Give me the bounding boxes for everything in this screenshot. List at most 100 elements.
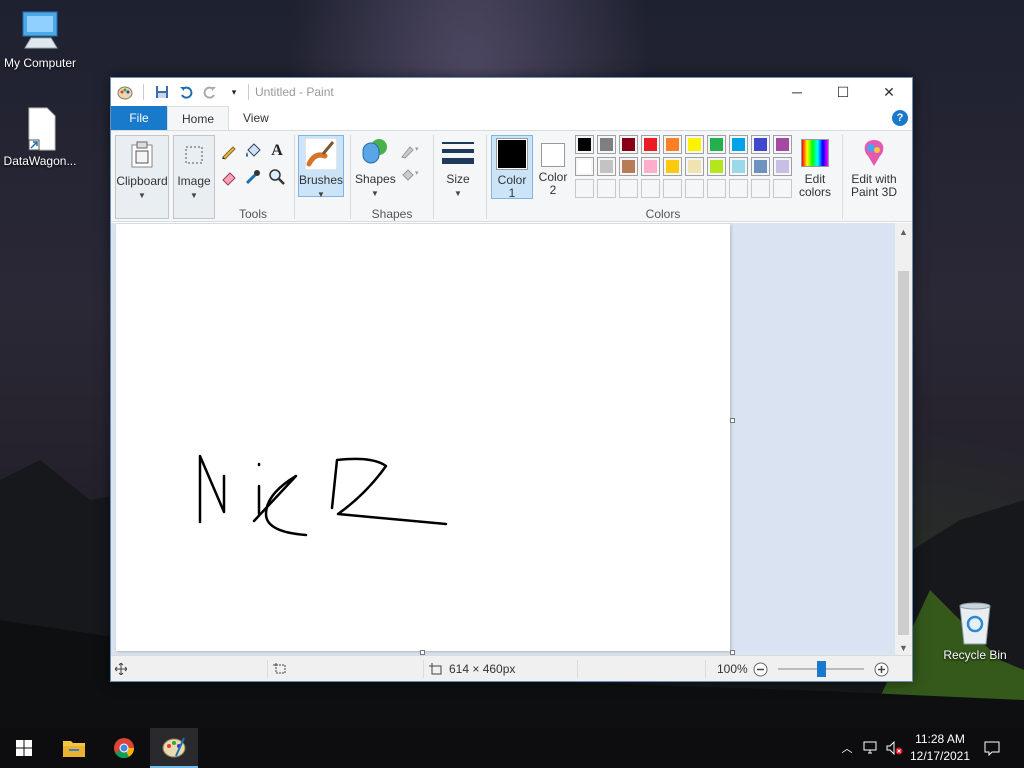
desktop-icon-my-computer[interactable]: My Computer xyxy=(0,8,80,70)
palette-swatch[interactable] xyxy=(597,157,616,176)
brush-icon xyxy=(305,138,337,170)
swatch-color xyxy=(754,160,767,173)
redo-icon[interactable] xyxy=(202,84,218,100)
taskbar: ︿ 11:28 AM 12/17/2021 xyxy=(0,728,1024,768)
clipboard-button[interactable]: Clipboard ▼ xyxy=(115,135,169,219)
palette-swatch[interactable] xyxy=(575,135,594,154)
selection-size-icon xyxy=(273,656,287,682)
palette-swatch[interactable] xyxy=(729,135,748,154)
scroll-thumb[interactable] xyxy=(898,271,909,635)
palette-swatch[interactable] xyxy=(663,157,682,176)
tools-group: Tools xyxy=(215,131,291,223)
palette-swatch[interactable] xyxy=(619,157,638,176)
zoom-level: 100% xyxy=(717,662,748,676)
file-explorer-icon[interactable] xyxy=(50,728,98,768)
close-button[interactable]: ✕ xyxy=(866,78,912,106)
desktop-icon-recycle-bin[interactable]: Recycle Bin xyxy=(935,600,1015,662)
paint-icon[interactable] xyxy=(150,728,198,768)
palette-swatch[interactable] xyxy=(575,157,594,176)
palette-swatch[interactable] xyxy=(751,157,770,176)
palette-custom-slot[interactable] xyxy=(707,179,726,198)
paint-app-icon[interactable] xyxy=(117,84,133,100)
swatch-color xyxy=(600,160,613,173)
tab-view[interactable]: View xyxy=(229,106,283,130)
swatch-color xyxy=(688,160,701,173)
cursor-position-icon xyxy=(115,656,127,682)
vertical-scrollbar[interactable]: ▲ ▼ xyxy=(895,223,912,656)
swatch-color xyxy=(578,138,591,151)
system-clock[interactable]: 11:28 AM 12/17/2021 xyxy=(905,731,975,765)
ribbon-tabs: File Home View ? xyxy=(111,106,912,130)
palette-custom-slot[interactable] xyxy=(575,179,594,198)
brushes-button[interactable]: Brushes ▼ xyxy=(298,135,344,199)
shapes-group-label: Shapes xyxy=(371,207,413,221)
scroll-down-icon[interactable]: ▼ xyxy=(895,639,912,656)
paint3d-label1: Edit with xyxy=(851,172,897,186)
notifications-icon[interactable] xyxy=(978,728,1006,768)
help-icon[interactable]: ? xyxy=(892,110,908,126)
palette-swatch[interactable] xyxy=(641,157,660,176)
swatch-color xyxy=(710,160,723,173)
tab-home[interactable]: Home xyxy=(167,106,230,130)
brushes-label: Brushes xyxy=(299,173,344,187)
show-hidden-icons-icon[interactable]: ︿ xyxy=(838,728,856,768)
desktop-icon-datawagon[interactable]: DataWagon... xyxy=(0,106,80,168)
palette-swatch[interactable] xyxy=(685,135,704,154)
swatch-color xyxy=(688,138,701,151)
palette-swatch[interactable] xyxy=(729,157,748,176)
desktop-icon-label: Recycle Bin xyxy=(943,648,1007,662)
window-title: Untitled - Paint xyxy=(255,85,334,99)
volume-muted-icon[interactable] xyxy=(884,728,906,768)
palette-swatch[interactable] xyxy=(751,135,770,154)
select-icon xyxy=(178,139,210,171)
start-icon[interactable] xyxy=(0,728,48,768)
image-button[interactable]: Image ▼ xyxy=(173,135,215,219)
palette-custom-slot[interactable] xyxy=(773,179,792,198)
swatch-color xyxy=(622,160,635,173)
customize-quick-access-icon[interactable]: ▾ xyxy=(226,84,242,100)
canvas-size-text: 614 × 460px xyxy=(449,662,516,676)
undo-icon[interactable] xyxy=(178,84,194,100)
swatch-color xyxy=(666,160,679,173)
zoom-slider-thumb[interactable] xyxy=(817,661,826,677)
palette-swatch[interactable] xyxy=(707,135,726,154)
edit-with-paint3d-button[interactable]: Edit with Paint 3D xyxy=(845,135,903,199)
zoom-in-icon[interactable] xyxy=(874,656,889,682)
palette-swatch[interactable] xyxy=(773,135,792,154)
scroll-up-icon[interactable]: ▲ xyxy=(895,223,912,240)
minimize-button[interactable]: ─ xyxy=(774,78,820,106)
palette-custom-slot[interactable] xyxy=(729,179,748,198)
chrome-icon[interactable] xyxy=(100,728,148,768)
paint-window: ▾ Untitled - Paint ─ ☐ ✕ File Home View … xyxy=(110,77,913,682)
swatch-color xyxy=(710,138,723,151)
palette-swatch[interactable] xyxy=(707,157,726,176)
clock-time: 11:28 AM xyxy=(915,732,965,746)
maximize-button[interactable]: ☐ xyxy=(820,78,866,106)
palette-custom-slot[interactable] xyxy=(663,179,682,198)
palette-swatch[interactable] xyxy=(641,135,660,154)
swatch-color xyxy=(600,138,613,151)
save-icon[interactable] xyxy=(154,84,170,100)
palette-swatch[interactable] xyxy=(597,135,616,154)
palette-swatch[interactable] xyxy=(663,135,682,154)
zoom-out-icon[interactable] xyxy=(753,656,768,682)
image-label: Image xyxy=(177,174,211,188)
swatch-color xyxy=(644,138,657,151)
palette-custom-slot[interactable] xyxy=(597,179,616,198)
palette-custom-slot[interactable] xyxy=(685,179,704,198)
resize-handle-right[interactable] xyxy=(730,418,735,423)
palette-custom-slot[interactable] xyxy=(619,179,638,198)
size-button[interactable]: Size ▼ xyxy=(439,135,477,198)
canvas-size-icon xyxy=(429,663,442,675)
tab-file[interactable]: File xyxy=(111,106,167,130)
tools-group-label: Tools xyxy=(238,207,267,221)
palette-swatch[interactable] xyxy=(685,157,704,176)
palette-custom-slot[interactable] xyxy=(751,179,770,198)
file-shortcut-icon xyxy=(28,107,56,151)
palette-swatch[interactable] xyxy=(619,135,638,154)
drawing-canvas[interactable] xyxy=(116,224,730,651)
palette-custom-slot[interactable] xyxy=(641,179,660,198)
paint3d-icon xyxy=(858,137,890,169)
network-icon[interactable] xyxy=(860,728,882,768)
palette-swatch[interactable] xyxy=(773,157,792,176)
